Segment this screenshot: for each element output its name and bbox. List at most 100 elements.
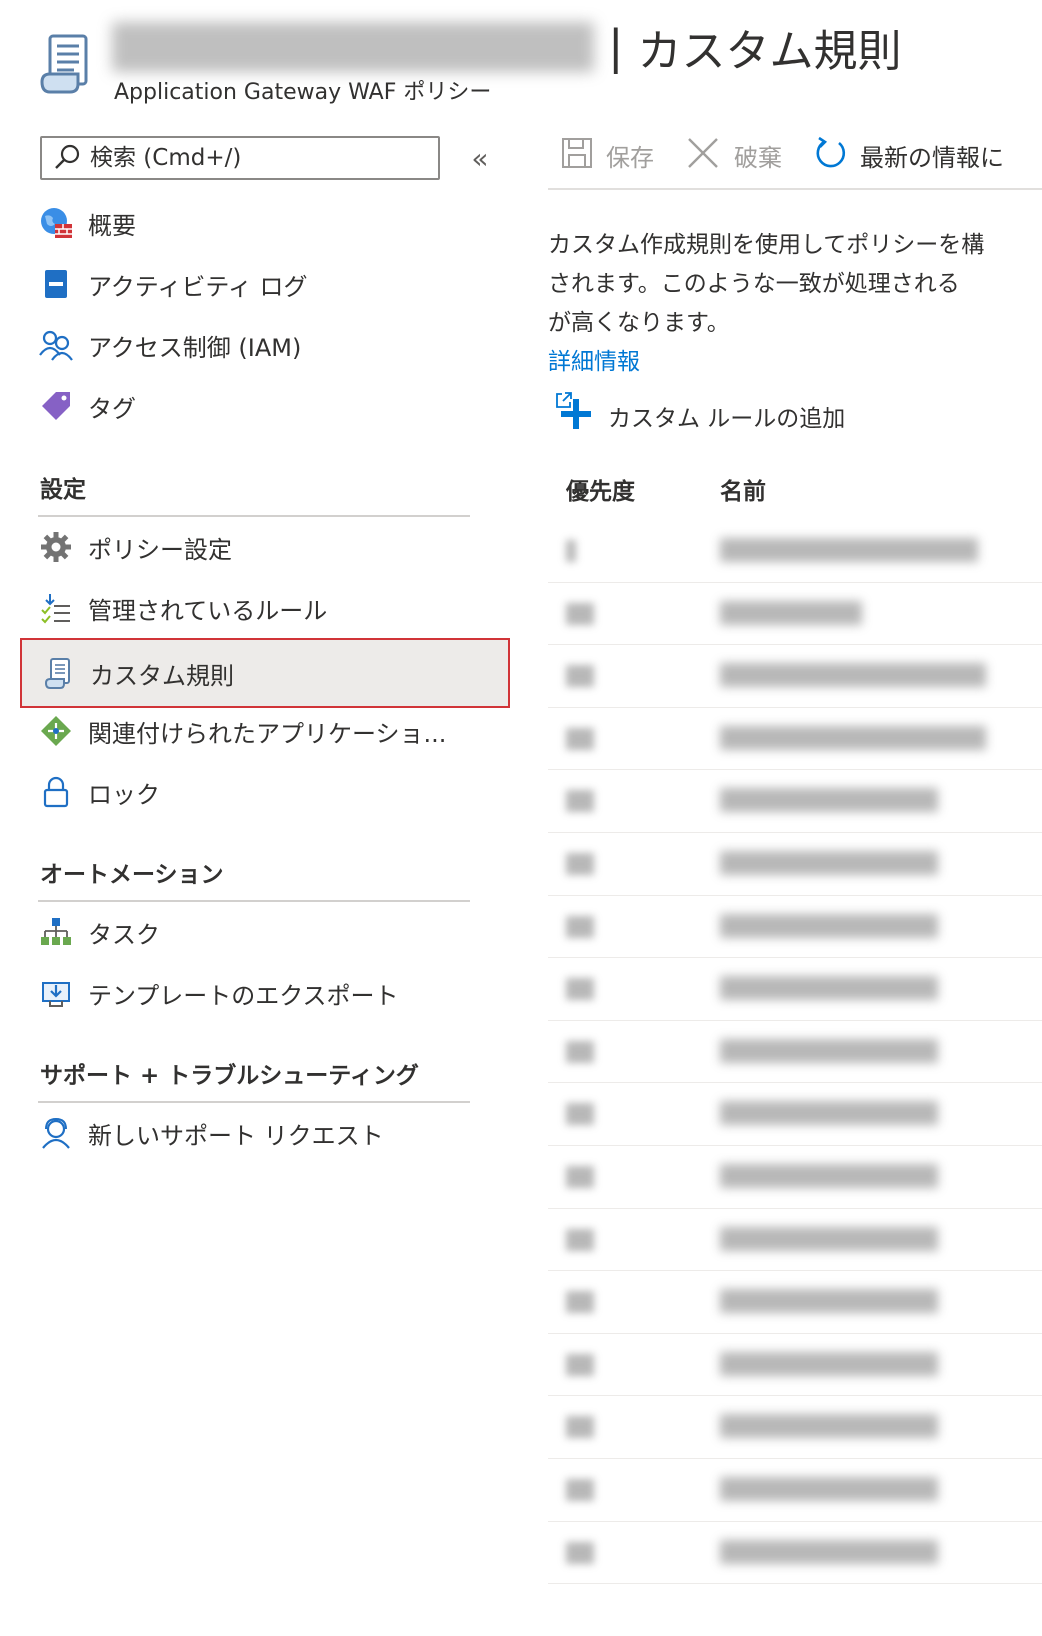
resource-type: Application Gateway WAF ポリシー xyxy=(114,80,492,105)
table-row[interactable] xyxy=(548,520,1042,583)
table-row[interactable] xyxy=(548,583,1042,646)
row-priority-redacted xyxy=(566,1353,594,1376)
row-priority-redacted xyxy=(566,852,594,875)
save-button[interactable]: 保存 xyxy=(560,134,654,176)
network-diamond-icon xyxy=(38,713,74,749)
row-priority-redacted xyxy=(566,1228,594,1251)
checklist-icon xyxy=(38,590,74,626)
row-name-redacted[interactable] xyxy=(720,1539,938,1564)
tag-icon xyxy=(38,388,74,424)
row-name-redacted[interactable] xyxy=(720,1476,938,1501)
table-row[interactable] xyxy=(548,1334,1042,1397)
activity-log-icon xyxy=(38,266,74,302)
sidebar-item-label: アクセス制御 (IAM) xyxy=(88,333,302,362)
row-name-redacted[interactable] xyxy=(720,538,978,562)
search-input[interactable] xyxy=(88,144,432,172)
sidebar-item-activity-log[interactable]: アクティビティ ログ xyxy=(20,253,510,315)
table-row[interactable] xyxy=(548,1396,1042,1459)
table-row[interactable] xyxy=(548,958,1042,1021)
table-row[interactable] xyxy=(548,1271,1042,1334)
sidebar-item-locks[interactable]: ロック xyxy=(20,761,510,823)
sidebar-item-associated-applications[interactable]: 関連付けられたアプリケーショ... xyxy=(20,700,510,762)
row-priority-redacted xyxy=(566,1416,594,1439)
sidebar-item-overview[interactable]: 概要 xyxy=(20,192,510,254)
sidebar-item-tags[interactable]: タグ xyxy=(20,375,510,437)
row-name-redacted[interactable] xyxy=(720,1289,938,1314)
sidebar-item-iam[interactable]: アクセス制御 (IAM) xyxy=(20,314,510,376)
page-title-text: カスタム規則 xyxy=(637,26,902,77)
row-priority-redacted xyxy=(566,915,594,938)
table-row[interactable] xyxy=(548,896,1042,959)
column-header-priority[interactable]: 優先度 xyxy=(566,472,635,506)
row-name-redacted[interactable] xyxy=(720,1226,938,1251)
row-name-redacted[interactable] xyxy=(720,976,938,1001)
save-icon xyxy=(560,136,594,174)
gear-icon xyxy=(38,529,74,565)
sidebar-item-label: ロック xyxy=(88,780,160,809)
refresh-icon xyxy=(812,135,848,175)
resource-name xyxy=(112,22,594,72)
task-hierarchy-icon xyxy=(38,914,74,950)
row-name-redacted[interactable] xyxy=(720,788,938,813)
section-heading-automation: オートメーション xyxy=(40,862,224,888)
description-line: されます。このような一致が処理される xyxy=(548,271,960,297)
table-row[interactable] xyxy=(548,1459,1042,1522)
collapse-sidebar-button[interactable]: « xyxy=(466,142,494,175)
sidebar-item-label: 関連付けられたアプリケーショ... xyxy=(88,719,447,748)
row-priority-redacted xyxy=(566,602,594,625)
discard-button[interactable]: 破棄 xyxy=(686,134,782,176)
table-row[interactable] xyxy=(548,1146,1042,1209)
sidebar-item-label: アクティビティ ログ xyxy=(88,272,308,301)
table-row[interactable] xyxy=(548,770,1042,833)
sidebar-item-export-template[interactable]: テンプレートのエクスポート xyxy=(20,962,510,1024)
table-row[interactable] xyxy=(548,645,1042,708)
row-priority-redacted xyxy=(566,1040,594,1063)
table-row[interactable] xyxy=(548,708,1042,771)
sidebar-search[interactable] xyxy=(40,136,440,180)
row-priority-redacted xyxy=(566,1541,594,1564)
section-heading-support: サポート + トラブルシューティング xyxy=(40,1063,419,1089)
row-priority-redacted xyxy=(566,1291,594,1314)
table-row[interactable] xyxy=(548,833,1042,896)
table-row[interactable] xyxy=(548,1083,1042,1146)
sidebar-item-label: 管理されているルール xyxy=(88,596,328,625)
row-priority-redacted xyxy=(566,665,594,688)
row-name-redacted[interactable] xyxy=(720,600,862,625)
export-template-icon xyxy=(38,975,74,1011)
custom-rules-scroll-icon xyxy=(38,32,94,94)
sidebar-item-label: 新しいサポート リクエスト xyxy=(88,1121,384,1150)
row-priority-redacted xyxy=(566,1165,594,1188)
section-heading-settings: 設定 xyxy=(40,477,86,503)
sidebar-item-new-support-request[interactable]: 新しいサポート リクエスト xyxy=(20,1102,510,1164)
refresh-button[interactable]: 最新の情報に xyxy=(812,134,1042,176)
close-icon xyxy=(686,136,720,174)
row-name-redacted[interactable] xyxy=(720,1038,938,1063)
sidebar-item-custom-rules[interactable]: カスタム規則 xyxy=(20,638,510,708)
row-name-redacted[interactable] xyxy=(720,1163,938,1188)
table-row[interactable] xyxy=(548,1021,1042,1084)
sidebar-item-label: テンプレートのエクスポート xyxy=(88,981,399,1010)
row-name-redacted[interactable] xyxy=(720,725,986,750)
table-row[interactable] xyxy=(548,1209,1042,1272)
table-row[interactable] xyxy=(548,1522,1042,1585)
row-name-redacted[interactable] xyxy=(720,1101,938,1126)
lock-icon xyxy=(38,774,74,810)
row-priority-redacted xyxy=(566,540,576,562)
row-name-redacted[interactable] xyxy=(720,913,938,938)
row-name-redacted[interactable] xyxy=(720,1351,938,1376)
row-name-redacted[interactable] xyxy=(720,663,986,688)
sidebar-item-tasks[interactable]: タスク xyxy=(20,901,510,963)
globe-firewall-icon xyxy=(38,205,74,241)
people-icon xyxy=(38,327,74,363)
sidebar-item-label: タスク xyxy=(88,920,160,949)
row-name-redacted[interactable] xyxy=(720,850,938,875)
add-custom-rule-button[interactable]: カスタム ルールの追加 xyxy=(560,392,845,440)
column-header-name[interactable]: 名前 xyxy=(720,472,766,506)
sidebar-item-managed-rules[interactable]: 管理されているルール xyxy=(20,577,510,639)
row-priority-redacted xyxy=(566,790,594,813)
search-icon xyxy=(52,143,82,173)
row-name-redacted[interactable] xyxy=(720,1414,938,1439)
page-title: | カスタム規則 xyxy=(112,12,902,82)
sidebar-item-policy-settings[interactable]: ポリシー設定 xyxy=(20,516,510,578)
plus-icon xyxy=(560,398,592,434)
